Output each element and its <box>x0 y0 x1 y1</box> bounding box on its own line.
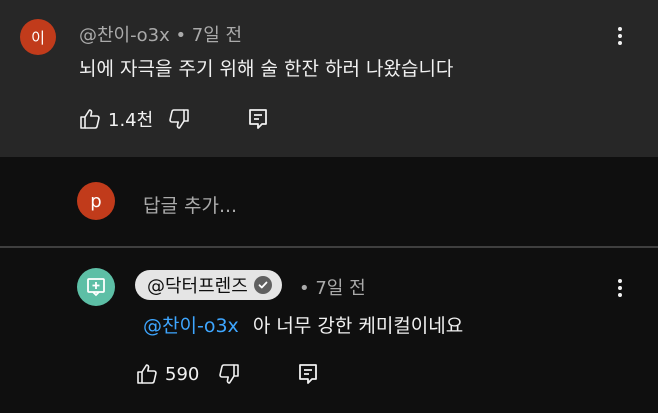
comment-author[interactable]: @찬이-o3x <box>79 25 170 46</box>
avatar-letter: p <box>90 190 102 212</box>
comment-author-avatar[interactable]: 이 <box>20 19 56 55</box>
comment-text: 뇌에 자극을 주기 위해 술 한잔 하러 나왔습니다 <box>79 58 454 80</box>
comment-reply-icon[interactable] <box>297 362 319 386</box>
comment-time[interactable]: • 7일 전 <box>175 25 242 46</box>
comment-meta: @찬이-o3x • 7일 전 <box>79 21 242 47</box>
reply-actions: 590 <box>135 362 319 386</box>
like-count: 1.4천 <box>108 110 154 131</box>
reply-text: @찬이-o3x 아 너무 강한 케미컬이네요 <box>143 311 463 338</box>
thumb-down-icon[interactable] <box>217 362 241 386</box>
divider <box>0 246 658 248</box>
more-vert-icon[interactable] <box>608 276 632 300</box>
reply-mention[interactable]: @찬이-o3x <box>143 315 239 337</box>
add-reply-input[interactable]: 답글 추가... <box>143 191 237 218</box>
reply-author: @닥터프렌즈 <box>147 276 248 297</box>
current-user-avatar: p <box>77 182 115 220</box>
channel-logo-icon <box>87 278 105 297</box>
like-count: 590 <box>165 363 200 385</box>
thumb-up-icon[interactable] <box>78 107 102 131</box>
comment-thread: 이 @찬이-o3x • 7일 전 뇌에 자극을 주기 위해 술 한잔 하러 나왔… <box>0 0 658 157</box>
thumb-up-icon[interactable] <box>135 362 159 386</box>
avatar-letter: 이 <box>31 28 45 47</box>
channel-author-badge[interactable]: @닥터프렌즈 <box>135 270 282 300</box>
verified-check-icon <box>253 276 272 294</box>
more-vert-icon[interactable] <box>608 24 632 48</box>
thumb-down-icon[interactable] <box>167 107 191 131</box>
reply-author-avatar[interactable] <box>77 268 115 306</box>
reply-time[interactable]: • 7일 전 <box>299 274 366 300</box>
comment-actions: 1.4천 <box>78 106 269 132</box>
reply-body: 아 너무 강한 케미컬이네요 <box>252 315 464 337</box>
comment-reply-icon[interactable] <box>247 107 269 131</box>
